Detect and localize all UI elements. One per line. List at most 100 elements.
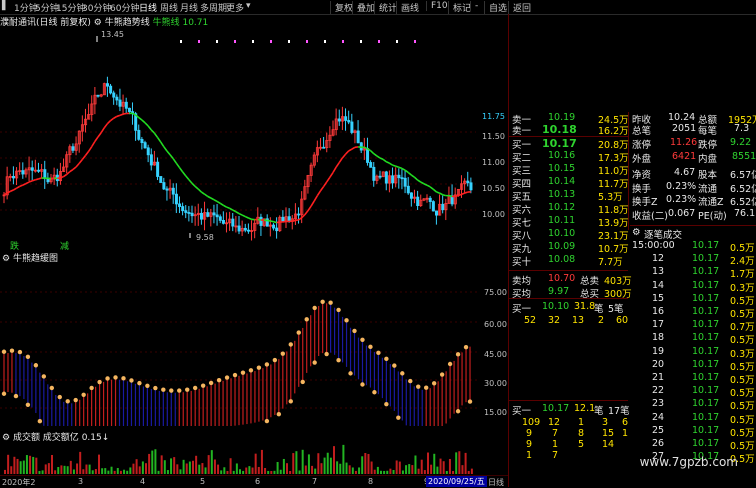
- tick-list[interactable]: ⚙ 逐笔成交 15:00:0010.170.5万1210.172.4万1310.…: [630, 225, 756, 476]
- buy-label: 买十: [512, 254, 531, 268]
- volume-bar: [201, 463, 203, 474]
- settings-gear-icon[interactable]: ⚙: [94, 18, 105, 28]
- trend-line-segment: [295, 220, 298, 221]
- tick-volume: 0.5万: [730, 332, 755, 346]
- trend-line-segment: [220, 203, 223, 205]
- stats-button[interactable]: 统计: [374, 1, 397, 14]
- buy-signal: 减: [60, 239, 69, 252]
- queue-1: 买一 10.10 31.8 笔 5笔 52 32 13 2 60: [508, 298, 628, 329]
- indicator-dot: [408, 379, 412, 383]
- signal-mark: [180, 40, 182, 43]
- trend-line-segment: [98, 133, 101, 137]
- trend-line-segment: [158, 137, 161, 142]
- tab-30min[interactable]: 30分钟: [82, 1, 111, 14]
- trend-line-segment: [211, 198, 214, 200]
- trend-line-segment: [277, 222, 280, 223]
- trend-line-segment: [35, 179, 38, 180]
- trend-line-segment: [408, 172, 411, 175]
- indicator-dot: [201, 383, 205, 387]
- trend-line-segment: [264, 220, 267, 221]
- trend-line-segment: [73, 167, 76, 170]
- indicator-dot: [177, 388, 181, 392]
- indicator-dot: [289, 342, 293, 346]
- volume-bar: [421, 460, 423, 474]
- back-button[interactable]: 返回: [508, 1, 531, 14]
- minus-button[interactable]: -: [470, 1, 478, 11]
- trend-line-segment: [114, 116, 117, 118]
- watermark-text: www.7gpzb.com: [640, 455, 738, 469]
- stats-row: 换手Z0.23%流通Z6.52亿: [630, 194, 756, 207]
- tick-row: 1710.170.7万: [630, 319, 756, 332]
- trend-line-segment: [79, 160, 82, 164]
- stat-value: 4.67: [674, 167, 695, 178]
- indicator-dot: [193, 386, 197, 390]
- candlestick-chart[interactable]: [0, 28, 480, 250]
- tab-60min[interactable]: 60分钟: [110, 1, 139, 14]
- trend-line-segment: [201, 192, 204, 194]
- tick-price: 10.17: [692, 266, 719, 277]
- tab-weekly[interactable]: 周线: [160, 1, 178, 14]
- candle-body: [442, 204, 444, 209]
- buy-vol: 17.3万: [598, 150, 629, 164]
- candle-body: [247, 230, 249, 231]
- indicator-dot: [360, 382, 364, 386]
- tick-price: 10.17: [692, 346, 719, 357]
- queue-price: 10.10: [542, 301, 569, 312]
- queue-value: 1: [552, 439, 558, 450]
- tab-more[interactable]: 更多: [226, 1, 244, 14]
- menu-toggle-icon[interactable]: ▌: [2, 1, 9, 11]
- trend-line-segment: [123, 114, 126, 115]
- gear-icon[interactable]: ⚙: [632, 227, 641, 238]
- watchlist-button[interactable]: 自选: [484, 1, 507, 14]
- volume-bar: [299, 470, 301, 474]
- candle-body: [260, 217, 262, 225]
- trend-line-segment: [70, 170, 73, 172]
- candle-body: [351, 122, 353, 133]
- adjust-button[interactable]: 复权: [330, 1, 353, 14]
- total-sell-vol: 403万: [604, 273, 632, 287]
- tab-daily[interactable]: 日线: [139, 1, 157, 14]
- trend-line-segment: [352, 147, 355, 149]
- volume-bar: [374, 470, 376, 474]
- stats-row: 外盘6421内盘8551: [630, 151, 756, 164]
- tab-multi-period[interactable]: 多周期: [200, 1, 227, 14]
- more-dropdown-icon[interactable]: ▾: [246, 1, 251, 11]
- queue-value: 6: [622, 417, 628, 428]
- trend-line-segment: [283, 221, 286, 222]
- indicator-dot: [392, 363, 396, 367]
- tick-row: 2010.170.5万: [630, 359, 756, 372]
- trend-line-segment: [107, 121, 110, 124]
- candle-body: [172, 188, 174, 194]
- trend-line-segment: [339, 158, 342, 163]
- tab-monthly[interactable]: 月线: [180, 1, 198, 14]
- trend-line-segment: [371, 151, 374, 154]
- volume-bar: [292, 453, 294, 474]
- volume-chart[interactable]: [0, 442, 480, 474]
- ind-axis-45: 45.00: [484, 350, 507, 359]
- tick-price: 10.17: [692, 412, 719, 423]
- trend-line-segment: [20, 185, 23, 186]
- queue-value: 1: [526, 450, 532, 461]
- trend-indicator-chart[interactable]: [0, 262, 480, 430]
- tick-row: 2510.170.5万: [630, 425, 756, 438]
- volume-bar: [23, 461, 25, 474]
- trend-line-segment: [427, 185, 430, 187]
- mark-button[interactable]: 标记: [448, 1, 471, 14]
- candle-body: [222, 220, 224, 223]
- trend-line-segment: [217, 201, 220, 203]
- volume-bar: [92, 470, 94, 474]
- volume-bar: [465, 453, 467, 474]
- draw-button[interactable]: 画线: [396, 1, 419, 14]
- volume-bar: [51, 455, 53, 474]
- tick-price: 10.17: [692, 332, 719, 343]
- indicator-dot: [384, 357, 388, 361]
- volume-bar: [452, 471, 454, 474]
- tick-row: 2110.170.5万: [630, 372, 756, 385]
- stat-value: 8551: [732, 151, 756, 162]
- trend-line-segment: [226, 207, 229, 208]
- overlay-button[interactable]: 叠加: [352, 1, 375, 14]
- f10-button[interactable]: F10: [426, 1, 448, 11]
- volume-bar: [95, 469, 97, 474]
- volume-bar: [164, 460, 166, 474]
- stat-value: 6.52亿: [730, 194, 756, 208]
